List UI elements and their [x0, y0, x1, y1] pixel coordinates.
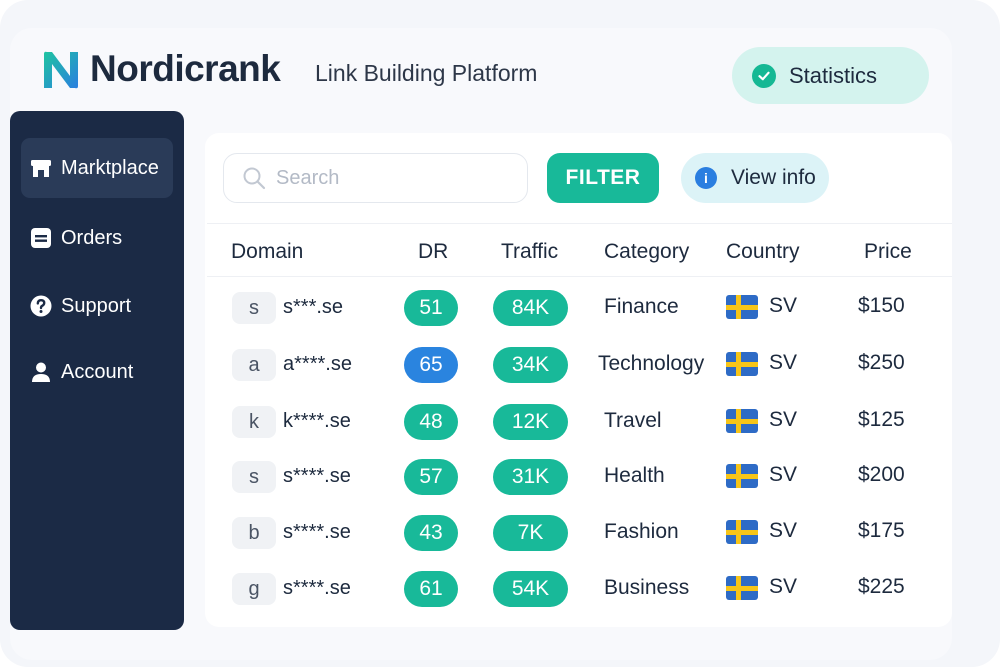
sidebar-item-marktplace[interactable]: Marktplace — [21, 138, 173, 198]
category-cell: Health — [604, 464, 665, 487]
traffic-badge: 31K — [493, 459, 568, 495]
sidebar-item-orders[interactable]: Orders — [21, 208, 173, 268]
view-info-label: View info — [731, 166, 816, 189]
store-icon — [30, 157, 52, 179]
price-cell: $150 — [858, 294, 905, 317]
country-cell: SV — [769, 351, 798, 374]
traffic-badge: 84K — [493, 290, 568, 326]
sidebar-item-support[interactable]: Support — [21, 276, 173, 336]
category-cell: Technology — [598, 352, 705, 375]
dr-badge: 51 — [404, 290, 458, 326]
dr-badge: 61 — [404, 571, 458, 607]
traffic-badge: 34K — [493, 347, 568, 383]
sweden-flag-icon — [726, 409, 758, 433]
traffic-badge: 7K — [493, 515, 568, 551]
sidebar-item-label: Support — [61, 294, 132, 317]
app-frame: Nordicrank Link Building Platform Statis… — [0, 0, 1000, 667]
question-icon — [30, 295, 52, 317]
dr-badge: 65 — [404, 347, 458, 383]
table-row[interactable]: s s****.se 57 31K Health SV $200 — [207, 452, 952, 508]
table-row[interactable]: g s****.se 61 54K Business SV $225 — [207, 564, 952, 620]
info-icon: i — [695, 167, 717, 189]
country-cell: SV — [769, 408, 798, 431]
country-cell: SV — [769, 575, 798, 598]
statistics-label: Statistics — [789, 62, 878, 88]
sweden-flag-icon — [726, 520, 758, 544]
country-cell: SV — [769, 294, 798, 317]
search-input[interactable] — [276, 166, 506, 190]
sweden-flag-icon — [726, 352, 758, 376]
price-cell: $225 — [858, 575, 905, 598]
sidebar-item-account[interactable]: Account — [21, 342, 173, 402]
category-cell: Fashion — [604, 520, 679, 543]
price-cell: $200 — [858, 463, 905, 486]
column-header-country[interactable]: Country — [726, 240, 800, 264]
check-icon — [752, 63, 776, 88]
domain-cell: k****.se — [283, 410, 351, 432]
domain-letter-avatar: k — [232, 406, 276, 438]
user-icon — [30, 361, 52, 383]
column-header-category[interactable]: Category — [604, 240, 689, 264]
column-header-traffic[interactable]: Traffic — [501, 240, 558, 264]
search-icon — [243, 167, 266, 190]
country-cell: SV — [769, 463, 798, 486]
domain-letter-avatar: s — [232, 292, 276, 324]
sidebar-item-label: Account — [61, 360, 134, 383]
domain-cell: s****.se — [283, 465, 351, 487]
domain-cell: s****.se — [283, 521, 351, 543]
sidebar-item-label: Orders — [61, 226, 123, 249]
price-cell: $250 — [858, 351, 905, 374]
table-row[interactable]: k k****.se 48 12K Travel SV $125 — [207, 397, 952, 453]
domain-letter-avatar: s — [232, 461, 276, 493]
sweden-flag-icon — [726, 576, 758, 600]
search-box[interactable] — [223, 153, 528, 203]
sweden-flag-icon — [726, 295, 758, 319]
dr-badge: 43 — [404, 515, 458, 551]
sidebar: Marktplace Orders Support Account — [10, 111, 184, 630]
domain-cell: a****.se — [283, 353, 352, 375]
header-divider — [207, 276, 952, 277]
category-cell: Finance — [604, 295, 679, 318]
domain-letter-avatar: b — [232, 517, 276, 549]
logo-icon — [44, 51, 78, 89]
brand-name: Nordicrank — [90, 48, 281, 89]
filter-button[interactable]: FILTER — [547, 153, 659, 203]
dr-badge: 48 — [404, 404, 458, 440]
country-cell: SV — [769, 519, 798, 542]
domain-letter-avatar: g — [232, 573, 276, 605]
traffic-badge: 12K — [493, 404, 568, 440]
column-header-domain[interactable]: Domain — [231, 240, 303, 264]
tagline: Link Building Platform — [315, 60, 538, 86]
table-row[interactable]: s s***.se 51 84K Finance SV $150 — [207, 283, 952, 339]
category-cell: Business — [604, 576, 690, 599]
table-row[interactable]: b s****.se 43 7K Fashion SV $175 — [207, 508, 952, 564]
category-cell: Travel — [604, 409, 662, 432]
column-header-price[interactable]: Price — [864, 240, 912, 264]
sweden-flag-icon — [726, 464, 758, 488]
price-cell: $175 — [858, 519, 905, 542]
dr-badge: 57 — [404, 459, 458, 495]
domain-cell: s****.se — [283, 577, 351, 599]
view-info-button[interactable]: i View info — [681, 153, 829, 203]
traffic-badge: 54K — [493, 571, 568, 607]
sidebar-item-label: Marktplace — [61, 156, 159, 179]
price-cell: $125 — [858, 408, 905, 431]
domain-letter-avatar: a — [232, 349, 276, 381]
domain-cell: s***.se — [283, 296, 344, 318]
statistics-button[interactable]: Statistics — [732, 47, 929, 104]
column-header-dr[interactable]: DR — [418, 240, 448, 264]
table-row[interactable]: a a****.se 65 34K Technology SV $250 — [207, 340, 952, 396]
orders-icon — [30, 227, 52, 249]
divider — [207, 223, 952, 224]
